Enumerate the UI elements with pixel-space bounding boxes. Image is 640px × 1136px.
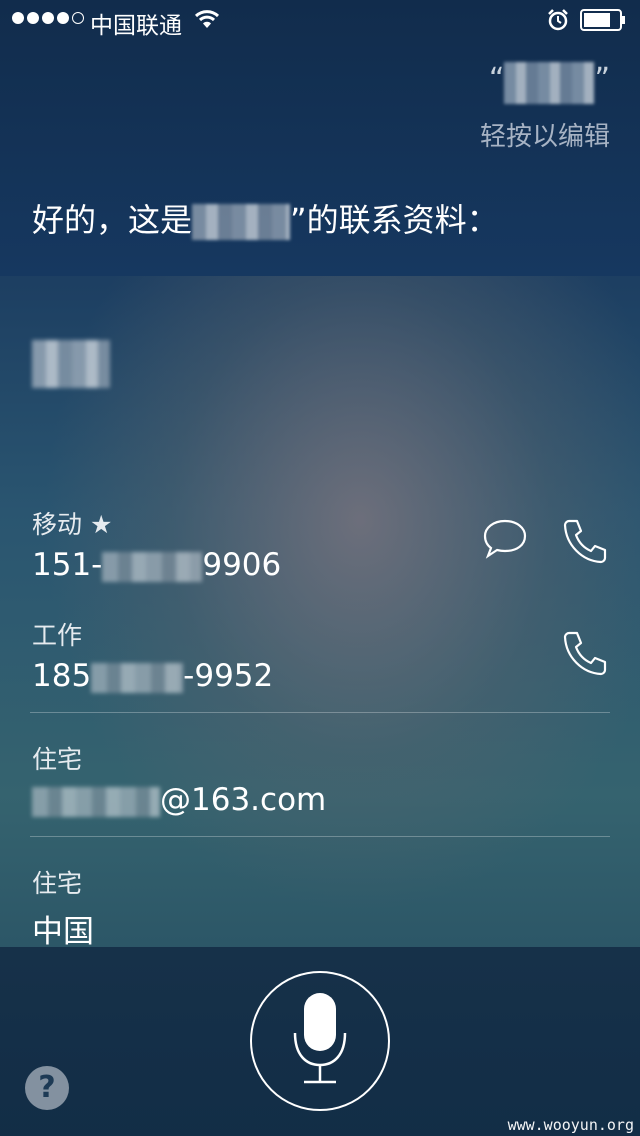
response-prefix: 好的，这是 [32,201,193,239]
field-label: 住宅 [32,869,83,898]
close-quote: ” [594,62,610,97]
wifi-icon [194,10,220,28]
status-bar: 中国联通 [0,0,640,40]
field-value: @163.com [32,782,326,818]
work-phone-field[interactable]: 工作 185 -9952 [32,616,273,694]
carrier-name: 中国联通 [90,13,182,39]
query-text-obscured [504,62,595,104]
battery-icon [580,9,625,31]
microphone-button[interactable] [250,971,390,1111]
field-label: 住宅 [32,745,83,774]
microphone-icon [293,992,346,1083]
field-value: 151- 9906 [32,547,282,583]
phone-call-icon[interactable] [560,628,610,678]
home-address-field[interactable]: 住宅 中国 [32,864,94,951]
tap-to-edit-hint[interactable]: 轻按以编辑 [480,116,610,153]
contact-name-obscured [32,340,110,388]
phone-call-icon[interactable] [560,516,610,566]
divider [30,712,610,713]
field-label: 移动 ★ [32,510,113,539]
open-quote: “ [488,62,505,97]
mobile-phone-field[interactable]: 移动 ★ 151- 9906 [32,505,281,583]
field-value: 中国 [32,914,94,950]
spoken-query[interactable]: “” [489,62,610,108]
help-button[interactable]: ? [25,1066,69,1110]
watermark: www.wooyun.org [507,1116,634,1134]
siri-response: 好的，这是 ”的联系资料： [32,195,499,241]
field-value: 185 -9952 [32,658,274,694]
contact-name-obscured [192,204,291,240]
divider [30,836,610,837]
signal-strength-icon [12,12,84,24]
alarm-clock-icon [548,9,568,31]
response-suffix: ”的联系资料： [290,201,499,239]
home-email-field[interactable]: 住宅 @163.com [32,740,326,818]
field-label: 工作 [32,621,83,650]
message-bubble-icon[interactable] [482,518,528,560]
